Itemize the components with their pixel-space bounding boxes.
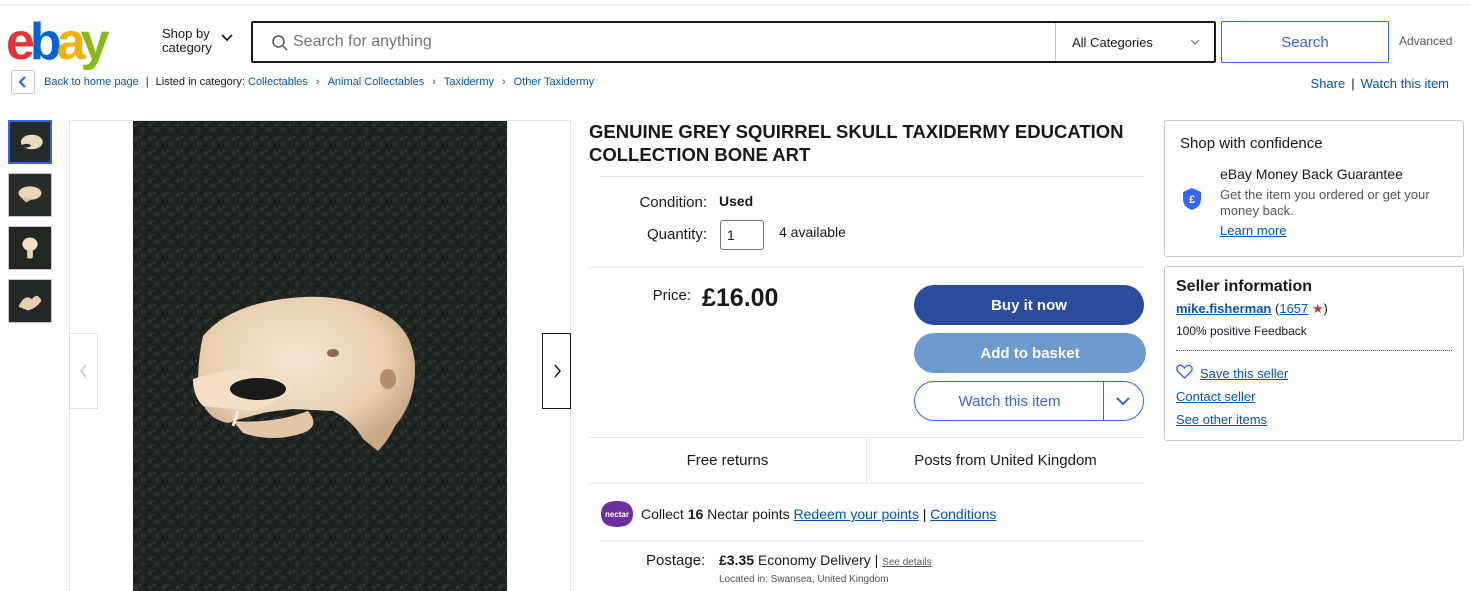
divider <box>1176 350 1452 351</box>
share-link[interactable]: Share <box>1311 76 1346 91</box>
postage-value: £3.35 Economy Delivery | See details <box>719 552 932 568</box>
price-value: £16.00 <box>702 284 779 312</box>
redeem-points-link[interactable]: Redeem your points <box>794 506 919 522</box>
save-seller-link[interactable]: Save this seller <box>1200 366 1288 381</box>
divider <box>600 540 1144 541</box>
positive-feedback: 100% positive Feedback <box>1176 324 1307 338</box>
condition-label: Condition: <box>639 194 707 211</box>
seller-name-link[interactable]: mike.fisherman <box>1176 301 1271 316</box>
breadcrumb-item[interactable]: Animal Collectables <box>328 76 425 88</box>
postage-label: Postage: <box>646 552 706 569</box>
top-divider <box>0 4 1471 5</box>
back-button[interactable] <box>11 70 35 94</box>
breadcrumb: Back to home page | Listed in category: … <box>44 76 595 88</box>
search-bar: All Categories <box>251 21 1216 63</box>
money-back-guarantee-title: eBay Money Back Guarantee <box>1220 166 1403 182</box>
search-button[interactable]: Search <box>1221 21 1389 63</box>
back-to-home-link[interactable]: Back to home page <box>44 76 139 88</box>
chevron-left-icon <box>18 76 26 88</box>
watch-item-button[interactable]: Watch this item <box>914 381 1144 421</box>
free-returns: Free returns <box>589 438 867 483</box>
available-count: 4 available <box>779 224 846 240</box>
search-input[interactable] <box>293 33 993 51</box>
item-location: Located in: Swansea, United Kingdom <box>719 574 889 585</box>
chevron-right-icon <box>553 364 561 378</box>
confidence-title: Shop with confidence <box>1180 135 1323 152</box>
breadcrumb-item[interactable]: Taxidermy <box>444 76 494 88</box>
price-label: Price: <box>652 287 691 304</box>
see-details-link[interactable]: See details <box>882 557 931 568</box>
chevron-down-icon[interactable] <box>1115 395 1131 407</box>
seller-name-line: mike.fisherman (1657 ★) <box>1176 301 1328 316</box>
previous-image-button[interactable] <box>69 333 98 409</box>
heart-icon <box>1176 364 1193 379</box>
seller-information-card: Seller information mike.fisherman (1657 … <box>1164 266 1464 441</box>
watch-item-label: Watch this item <box>958 392 1061 410</box>
nectar-conditions-link[interactable]: Conditions <box>930 506 996 522</box>
see-other-items-link[interactable]: See other items <box>1176 412 1267 427</box>
money-back-guarantee-description: Get the item you ordered or get your mon… <box>1220 187 1430 218</box>
svg-text:nectar: nectar <box>605 510 629 519</box>
breadcrumb-item[interactable]: Collectables <box>248 76 308 88</box>
chevron-right-icon: › <box>315 76 320 88</box>
search-icon <box>272 35 288 51</box>
chevron-down-icon <box>1190 39 1200 45</box>
quantity-input[interactable] <box>720 220 764 250</box>
thumbnail[interactable] <box>8 120 52 164</box>
nectar-points-text: Collect 16 Nectar points Redeem your poi… <box>641 506 997 522</box>
advanced-search-link[interactable]: Advanced <box>1399 34 1452 48</box>
star-icon: ★ <box>1311 301 1324 316</box>
buy-it-now-button[interactable]: Buy it now <box>914 285 1144 325</box>
item-title: GENUINE GREY SQUIRREL SKULL TAXIDERMY ED… <box>589 121 1124 165</box>
shop-with-confidence-card: Shop with confidence £ eBay Money Back G… <box>1164 120 1464 257</box>
watch-item-link[interactable]: Watch this item <box>1361 76 1449 91</box>
listed-in-label: Listed in category: <box>155 76 245 88</box>
thumbnail[interactable] <box>8 279 52 323</box>
thumbnail[interactable] <box>8 173 52 217</box>
shield-icon: £ <box>1183 188 1201 210</box>
svg-text:£: £ <box>1189 194 1195 206</box>
top-actions: Share | Watch this item <box>1310 76 1449 91</box>
shipping-info-row: Free returns Posts from United Kingdom <box>589 437 1144 484</box>
learn-more-link[interactable]: Learn more <box>1220 223 1286 238</box>
next-image-button[interactable] <box>542 333 571 409</box>
add-to-basket-button[interactable]: Add to basket <box>914 333 1146 373</box>
ebay-logo[interactable]: ebay <box>6 16 126 68</box>
chevron-left-icon <box>79 364 87 378</box>
nectar-logo: nectar <box>601 501 633 527</box>
posts-from: Posts from United Kingdom <box>914 452 1097 469</box>
condition-value: Used <box>719 193 754 209</box>
thumbnail[interactable] <box>8 226 52 270</box>
shop-by-category-button[interactable]: Shop by category <box>162 27 212 55</box>
main-product-image[interactable] <box>133 121 507 591</box>
chevron-down-icon[interactable] <box>221 33 233 43</box>
chevron-right-icon: › <box>432 76 436 88</box>
breadcrumb-item[interactable]: Other Taxidermy <box>514 76 595 88</box>
divider <box>600 176 1144 177</box>
quantity-label: Quantity: <box>646 226 707 243</box>
feedback-score-link[interactable]: 1657 <box>1279 301 1308 316</box>
contact-seller-link[interactable]: Contact seller <box>1176 389 1255 404</box>
category-select[interactable]: All Categories <box>1055 23 1216 61</box>
seller-info-title: Seller information <box>1176 278 1313 295</box>
divider <box>589 267 1144 268</box>
chevron-right-icon: › <box>502 76 506 88</box>
